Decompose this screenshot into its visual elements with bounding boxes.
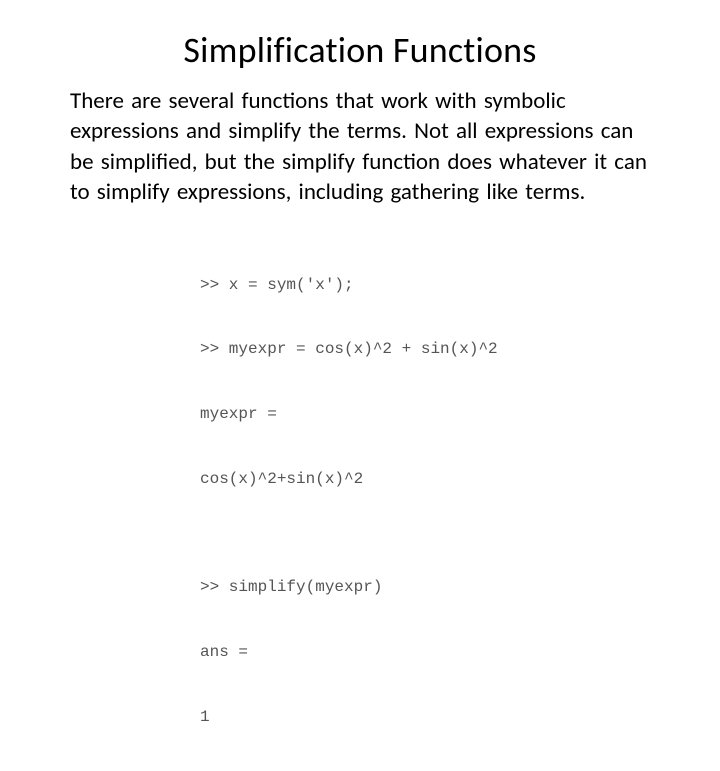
- code-line: myexpr =: [200, 404, 650, 426]
- code-line: ans =: [200, 642, 650, 664]
- code-line: >> x = sym('x');: [200, 275, 650, 297]
- code-line: 1: [200, 707, 650, 729]
- slide: Simplification Functions There are sever…: [0, 0, 720, 540]
- slide-body-text: There are several functions that work wi…: [70, 86, 650, 207]
- slide-title: Simplification Functions: [70, 28, 650, 72]
- code-line: cos(x)^2+sin(x)^2: [200, 469, 650, 491]
- code-block: >> x = sym('x'); >> myexpr = cos(x)^2 + …: [200, 231, 650, 771]
- code-line: >> myexpr = cos(x)^2 + sin(x)^2: [200, 339, 650, 361]
- code-line: >> simplify(myexpr): [200, 577, 650, 599]
